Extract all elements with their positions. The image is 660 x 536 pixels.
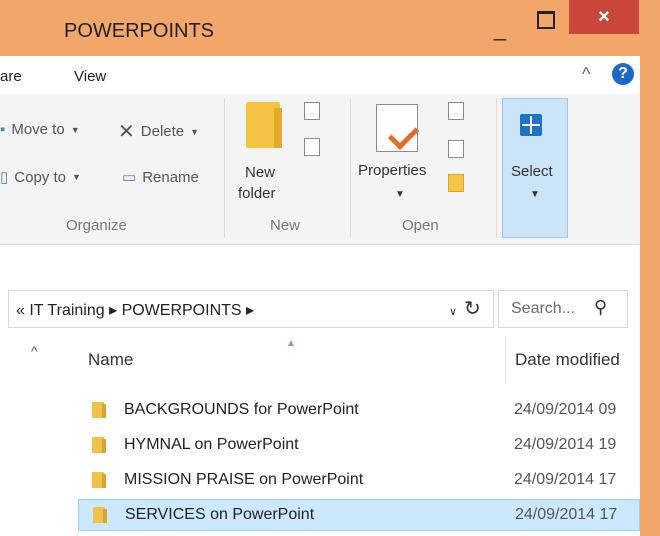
address-history-dropdown-icon[interactable]: ∨ <box>449 305 457 318</box>
help-icon[interactable]: ? <box>612 63 634 85</box>
rename-button[interactable]: ▭ Rename <box>122 168 199 187</box>
chevron-down-icon: ▼ <box>190 126 200 137</box>
copy-to-button[interactable]: ▯ Copy to ▼ <box>0 168 81 187</box>
folder-icon <box>92 402 106 418</box>
group-label-organize: Organize <box>66 217 127 234</box>
chevron-down-icon: ▼ <box>71 172 81 182</box>
group-label-new: New <box>270 217 301 234</box>
file-row[interactable]: MISSION PRAISE on PowerPoint 24/09/2014 … <box>78 465 640 495</box>
chevron-down-icon: ▼ <box>70 124 80 135</box>
copy-to-icon: ▯ <box>0 169 9 186</box>
edit-icon[interactable] <box>448 140 464 158</box>
select-grid-icon <box>520 114 542 136</box>
history-icon[interactable] <box>448 174 464 192</box>
minimize-button[interactable]: _ <box>490 18 510 42</box>
folder-icon <box>92 472 106 488</box>
copy-to-label: Copy to <box>14 168 66 186</box>
file-date: 24/09/2014 19 <box>514 436 617 453</box>
move-to-button[interactable]: ▪ Move to ▼ <box>0 121 80 138</box>
tab-view[interactable]: View <box>74 68 106 85</box>
delete-label: Delete <box>140 123 185 140</box>
rename-icon: ▭ <box>122 169 137 186</box>
chevron-down-icon: ▼ <box>395 189 405 200</box>
chevron-down-icon: ▼ <box>530 189 540 200</box>
delete-icon: ✕ <box>118 121 135 143</box>
maximize-button[interactable] <box>537 11 555 29</box>
group-label-open: Open <box>402 217 439 234</box>
sort-ascending-icon: ▲ <box>286 338 296 349</box>
refresh-icon[interactable]: ↻ <box>464 296 481 321</box>
file-name: HYMNAL on PowerPoint <box>124 436 299 453</box>
breadcrumb[interactable]: « IT Training ▸ POWERPOINTS ▸ <box>16 300 254 320</box>
file-name: BACKGROUNDS for PowerPoint <box>124 401 359 418</box>
ribbon-divider <box>224 98 225 238</box>
ribbon-divider <box>496 98 497 238</box>
move-to-icon: ▪ <box>0 121 6 138</box>
file-name: SERVICES on PowerPoint <box>125 506 315 523</box>
nav-pane-scroll-up-icon[interactable]: ^ <box>31 343 38 359</box>
move-to-label: Move to <box>11 121 65 138</box>
file-row[interactable]: HYMNAL on PowerPoint 24/09/2014 19 <box>78 430 640 460</box>
title-bar: POWERPOINTS _ × <box>0 0 660 56</box>
file-row[interactable]: BACKGROUNDS for PowerPoint 24/09/2014 09 <box>78 395 640 425</box>
new-folder-label-line2: folder <box>238 185 276 202</box>
file-date: 24/09/2014 09 <box>514 401 617 418</box>
column-header-name[interactable]: Name <box>88 350 133 370</box>
folder-icon <box>93 507 107 523</box>
new-item-icon[interactable] <box>304 102 320 120</box>
search-icon[interactable]: ⚲ <box>594 297 607 318</box>
properties-label: Properties <box>358 162 427 179</box>
easy-access-icon[interactable] <box>304 138 320 156</box>
column-divider[interactable] <box>505 336 506 384</box>
folder-icon <box>246 102 282 148</box>
delete-button[interactable]: ✕ Delete ▼ <box>118 119 199 144</box>
close-button[interactable]: × <box>569 0 639 34</box>
collapse-ribbon-icon[interactable]: ^ <box>582 64 590 85</box>
column-header-date-modified[interactable]: Date modified <box>515 350 620 370</box>
rename-label: Rename <box>142 168 199 186</box>
ribbon-divider <box>350 98 351 238</box>
folder-icon <box>92 437 106 453</box>
ribbon-tab-bar: are View ^ <box>0 56 640 94</box>
window-frame-right <box>640 56 660 536</box>
tab-share[interactable]: are <box>0 68 22 85</box>
file-date: 24/09/2014 17 <box>515 506 618 523</box>
file-name: MISSION PRAISE on PowerPoint <box>124 471 364 488</box>
file-date: 24/09/2014 17 <box>514 471 617 488</box>
new-folder-label-line1: New <box>245 164 276 181</box>
window-title: POWERPOINTS <box>64 20 215 42</box>
file-row-selected[interactable]: SERVICES on PowerPoint 24/09/2014 17 <box>78 499 640 531</box>
select-label: Select <box>511 163 553 180</box>
open-icon[interactable] <box>448 102 464 120</box>
search-placeholder: Search... <box>511 300 576 317</box>
